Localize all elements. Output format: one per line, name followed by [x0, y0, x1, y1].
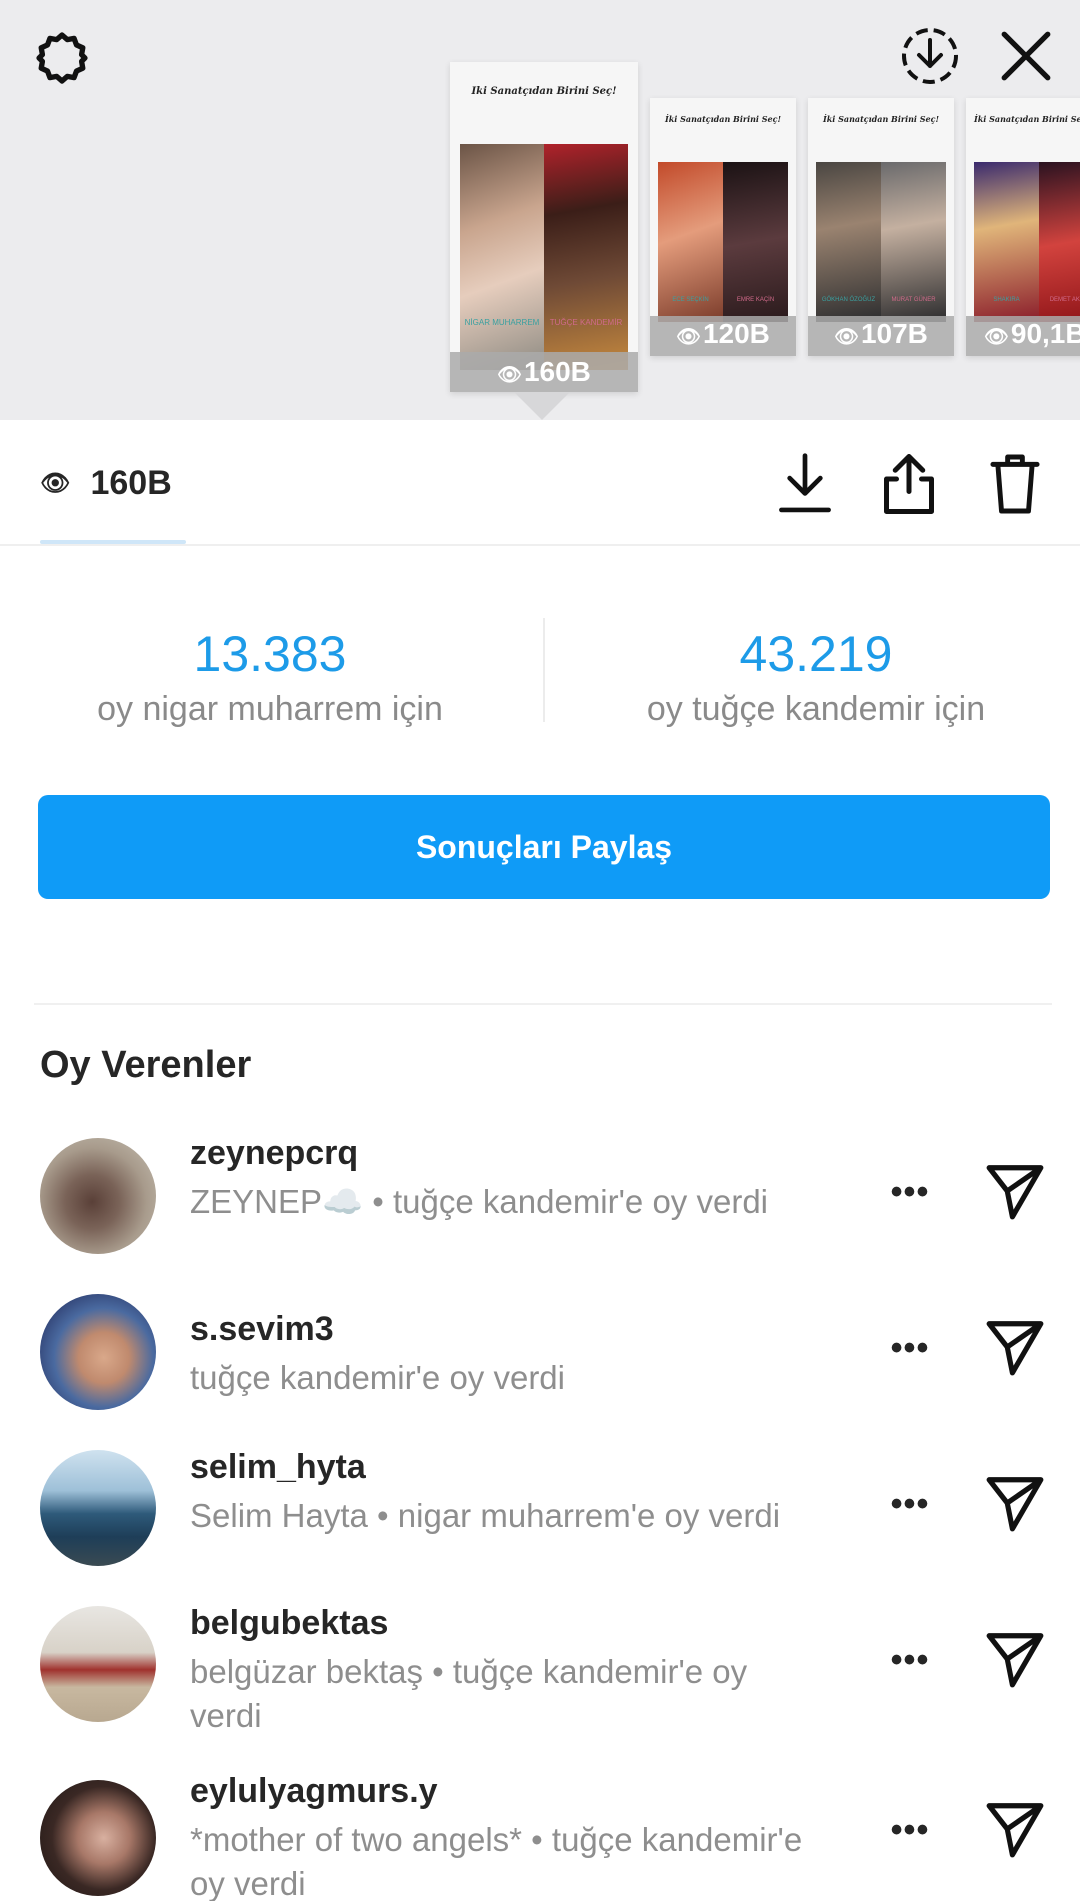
name-left: SHAKIRA	[993, 297, 1020, 303]
voter-row[interactable]: eylulyagmurs.y *mother of two angels* • …	[0, 1766, 1080, 1901]
send-icon[interactable]	[984, 1160, 1048, 1224]
avatar[interactable]	[40, 1606, 156, 1722]
vote-count-right: 43.219	[739, 626, 893, 682]
more-icon[interactable]: •••	[880, 1328, 940, 1368]
more-icon[interactable]: •••	[880, 1640, 940, 1680]
viewer-bar: 👁 160B	[0, 420, 1080, 546]
share-icon[interactable]	[876, 446, 942, 522]
more-icon[interactable]: •••	[880, 1484, 940, 1524]
active-story-pointer	[514, 392, 570, 420]
name-right: EMRE KAÇİN	[736, 297, 775, 303]
section-divider	[34, 1003, 1052, 1005]
story-photos	[460, 144, 628, 370]
avatar[interactable]	[40, 1780, 156, 1896]
share-results-button[interactable]: Sonuçları Paylaş	[38, 795, 1050, 899]
vote-count-left: 13.383	[193, 626, 347, 682]
send-icon[interactable]	[984, 1316, 1048, 1380]
send-icon[interactable]	[984, 1628, 1048, 1692]
tab-underline	[40, 540, 186, 544]
download-icon[interactable]	[772, 446, 838, 522]
result-divider	[543, 618, 545, 722]
voter-description: Selim Hayta • nigar muharrem'e oy verdi	[190, 1497, 781, 1534]
photo-left	[460, 144, 544, 370]
views-count: 160B	[90, 464, 172, 502]
views-tab[interactable]: 👁 160B	[40, 464, 172, 503]
voter-description: tuğçe kandemir'e oy verdi	[190, 1359, 565, 1396]
more-icon[interactable]: •••	[880, 1172, 940, 1212]
voter-row[interactable]: belgubektas belgüzar bektaş • tuğçe kand…	[0, 1598, 1080, 1748]
poll-results: 13.383 oy nigar muharrem için 43.219 oy …	[0, 546, 1080, 766]
more-icon[interactable]: •••	[880, 1810, 940, 1850]
name-right: DEMET AKALIN	[1049, 297, 1080, 303]
story-views: 👁107B	[808, 316, 954, 356]
voter-row[interactable]: s.sevim3 tuğçe kandemir'e oy verdi •••	[0, 1286, 1080, 1436]
story-title: İki Sanatçıdan Birini Seç!	[471, 86, 617, 97]
story-title: İki Sanatçıdan Birini Seç!	[665, 114, 781, 124]
story-tray: İki Sanatçıdan Birini Seç! NİGAR MUHARRE…	[0, 0, 1080, 420]
name-right: MURAT GÜNER	[891, 297, 936, 303]
eye-icon: 👁	[984, 326, 1009, 348]
name-left: ECE SEÇKİN	[672, 297, 709, 303]
voter-row[interactable]: zeynepcrq ZEYNEP☁️ • tuğçe kandemir'e oy…	[0, 1130, 1080, 1280]
voter-username[interactable]: s.sevim3	[190, 1310, 334, 1349]
name-right: TUĞÇE KANDEMİR	[549, 318, 623, 327]
story-names: ECE SEÇKİN EMRE KAÇİN	[658, 296, 788, 304]
settings-icon[interactable]	[30, 26, 94, 90]
story-views: 👁160B	[450, 352, 638, 392]
name-left: GÖKHAN ÖZOĞUZ	[821, 297, 876, 303]
eye-icon: 👁	[676, 326, 701, 348]
story-names: NİGAR MUHARREM TUĞÇE KANDEMİR	[460, 318, 628, 328]
voter-description: belgüzar bektaş • tuğçe kandemir'e oy ve…	[190, 1653, 748, 1734]
story-title: İki Sanatçıdan Birini Seç!	[823, 114, 939, 124]
story-title: İki Sanatçıdan Birini Seç!	[974, 114, 1080, 124]
close-icon[interactable]	[992, 22, 1060, 90]
result-left: 13.383 oy nigar muharrem için	[0, 626, 540, 729]
download-circle-icon[interactable]	[896, 22, 964, 90]
avatar[interactable]	[40, 1294, 156, 1410]
avatar[interactable]	[40, 1450, 156, 1566]
story-thumbnail-active[interactable]: İki Sanatçıdan Birini Seç! NİGAR MUHARRE…	[450, 62, 638, 392]
trash-icon[interactable]	[982, 446, 1048, 522]
story-names: GÖKHAN ÖZOĞUZ MURAT GÜNER	[816, 296, 946, 304]
photo-right	[544, 144, 628, 370]
name-left: NİGAR MUHARREM	[464, 318, 540, 327]
voters-section-title: Oy Verenler	[40, 1044, 252, 1086]
result-right: 43.219 oy tuğçe kandemir için	[546, 626, 1080, 729]
voter-row[interactable]: selim_hyta Selim Hayta • nigar muharrem'…	[0, 1442, 1080, 1592]
send-icon[interactable]	[984, 1798, 1048, 1862]
voter-description: ZEYNEP☁️ • tuğçe kandemir'e oy verdi	[190, 1183, 768, 1220]
story-thumbnail[interactable]: İki Sanatçıdan Birini Seç! ECE SEÇKİN EM…	[650, 98, 796, 356]
story-views: 👁120B	[650, 316, 796, 356]
send-icon[interactable]	[984, 1472, 1048, 1536]
eye-icon: 👁	[497, 364, 522, 386]
voter-username[interactable]: selim_hyta	[190, 1448, 366, 1487]
avatar[interactable]	[40, 1138, 156, 1254]
voter-username[interactable]: belgubektas	[190, 1604, 388, 1643]
eye-icon: 👁	[40, 470, 71, 497]
story-thumbnail[interactable]: İki Sanatçıdan Birini Seç! GÖKHAN ÖZOĞUZ…	[808, 98, 954, 356]
story-thumbnail[interactable]: İki Sanatçıdan Birini Seç! SHAKIRA DEMET…	[966, 98, 1080, 356]
voter-username[interactable]: zeynepcrq	[190, 1134, 358, 1173]
vote-label-left: oy nigar muharrem için	[97, 690, 443, 728]
story-names: SHAKIRA DEMET AKALIN	[974, 296, 1080, 304]
vote-label-right: oy tuğçe kandemir için	[646, 690, 986, 728]
eye-icon: 👁	[834, 326, 859, 348]
story-views: 👁90,1B	[966, 316, 1080, 356]
voter-description: *mother of two angels* • tuğçe kandemir'…	[190, 1821, 803, 1901]
voter-username[interactable]: eylulyagmurs.y	[190, 1772, 438, 1811]
